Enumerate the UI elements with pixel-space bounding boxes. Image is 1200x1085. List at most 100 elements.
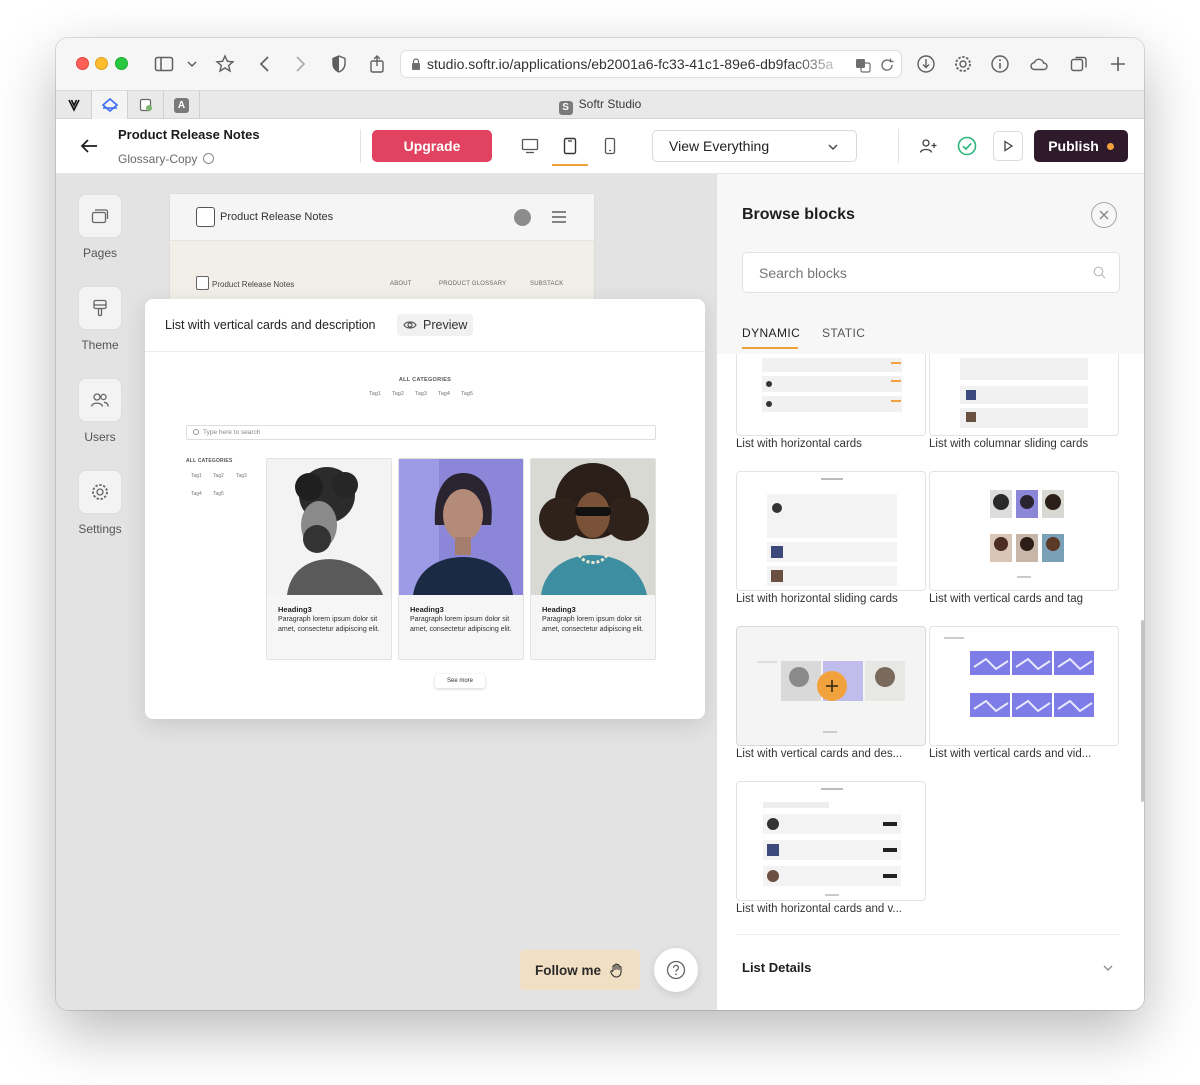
- check-circle-icon[interactable]: [954, 133, 980, 159]
- tablet-view-icon[interactable]: [556, 133, 584, 159]
- pages-icon: [78, 194, 122, 238]
- cloud-icon[interactable]: [1027, 52, 1051, 76]
- block-thumbnail[interactable]: [736, 781, 926, 901]
- gear-icon[interactable]: [951, 52, 975, 76]
- preview-play-button[interactable]: [993, 131, 1023, 161]
- translate-icon[interactable]: [855, 57, 871, 73]
- zoom-window-button[interactable]: [115, 57, 128, 70]
- editor-canvas: Pages Theme Users Settings Product Relea…: [56, 174, 716, 1010]
- tabs-overview-icon[interactable]: [1067, 52, 1091, 76]
- view-select-value: View Everything: [669, 138, 770, 154]
- sidebar-item-users[interactable]: Users: [78, 378, 122, 444]
- sidebar-item-settings[interactable]: Settings: [78, 470, 122, 536]
- tab-static[interactable]: STATIC: [822, 326, 865, 340]
- upgrade-button[interactable]: Upgrade: [372, 130, 492, 162]
- portrait-photo: [267, 459, 391, 595]
- chevron-down-icon[interactable]: [180, 52, 204, 76]
- vertical-cards-tag-thumbnail: [990, 490, 1064, 578]
- tab-title-text: Softr Studio: [578, 97, 642, 111]
- panel-scrollbar[interactable]: [1141, 620, 1144, 802]
- view-select[interactable]: View Everything: [652, 130, 857, 162]
- browser-window: studio.softr.io/applications/eb2001a6-fc…: [56, 38, 1144, 1010]
- block-thumbnail[interactable]: [929, 354, 1119, 436]
- follow-me-button[interactable]: Follow me: [520, 950, 640, 990]
- back-arrow-icon[interactable]: [78, 135, 100, 157]
- block-thumbnail[interactable]: [736, 354, 926, 436]
- app-header: Product Release Notes Glossary-Copy Upgr…: [56, 119, 1144, 174]
- sidebar-item-label: Settings: [78, 522, 122, 536]
- active-tab-title[interactable]: S Softr Studio: [56, 97, 1144, 115]
- divider: [737, 934, 1119, 935]
- all-categories-heading: ALL CATEGORIES: [398, 377, 452, 383]
- block-label: List with horizontal sliding cards: [736, 593, 898, 605]
- help-button[interactable]: [654, 948, 698, 992]
- browse-blocks-panel: Browse blocks DYNAMIC STATIC List with h…: [716, 174, 1144, 1010]
- block-search-placeholder: Type here to search: [203, 429, 261, 436]
- site-nav-item: ABOUT: [390, 281, 412, 287]
- avatar[interactable]: [514, 209, 531, 226]
- close-window-button[interactable]: [76, 57, 89, 70]
- tag: Tag4: [438, 391, 450, 397]
- list-item: Heading3 Paragraph lorem ipsum dolor sit…: [530, 458, 656, 660]
- theme-icon: [78, 286, 122, 330]
- card-body: Paragraph lorem ipsum dolor sit amet, co…: [542, 616, 644, 633]
- block-thumbnail-selected[interactable]: [736, 626, 926, 746]
- tag: Tag2: [392, 391, 404, 397]
- site-nav-item: PRODUCT GLOSSARY: [439, 281, 507, 287]
- url-fade: [791, 51, 851, 77]
- block-label: List with columnar sliding cards: [929, 438, 1089, 450]
- list-details-toggle[interactable]: List Details: [742, 960, 811, 975]
- minimize-window-button[interactable]: [95, 57, 108, 70]
- divider: [898, 129, 899, 163]
- settings-icon: [78, 470, 122, 514]
- download-icon[interactable]: [914, 52, 938, 76]
- shield-icon[interactable]: [327, 52, 351, 76]
- tag: Tag5: [461, 391, 473, 397]
- search-blocks-input[interactable]: [742, 252, 1120, 293]
- tag: Tag5: [213, 491, 224, 497]
- info-icon[interactable]: [988, 52, 1012, 76]
- desktop-view-icon[interactable]: [516, 133, 544, 159]
- publish-button[interactable]: Publish: [1034, 130, 1128, 162]
- site-name: Product Release Notes: [220, 211, 334, 223]
- preview-button[interactable]: Preview: [397, 314, 474, 336]
- block-thumbnail[interactable]: [736, 471, 926, 591]
- sidebar-item-theme[interactable]: Theme: [78, 286, 122, 352]
- panel-title: Browse blocks: [742, 206, 855, 223]
- columnar-sliding-cards-thumbnail: [960, 358, 1088, 428]
- site-logo-icon: [196, 207, 215, 227]
- chevron-down-icon[interactable]: [1103, 963, 1113, 973]
- star-icon[interactable]: [213, 52, 237, 76]
- eye-icon: [403, 321, 417, 329]
- mobile-view-icon[interactable]: [596, 133, 624, 159]
- project-subtitle[interactable]: Glossary-Copy: [118, 152, 215, 166]
- lock-icon: [412, 58, 420, 70]
- add-user-icon[interactable]: [915, 133, 941, 159]
- sidebar-item-label: Theme: [81, 338, 119, 352]
- add-block-button[interactable]: [817, 671, 847, 701]
- sidebar-item-pages[interactable]: Pages: [78, 194, 122, 260]
- address-bar[interactable]: studio.softr.io/applications/eb2001a6-fc…: [400, 50, 902, 78]
- back-icon[interactable]: [253, 52, 277, 76]
- block-label: List with horizontal cards and v...: [736, 903, 902, 915]
- site-preview[interactable]: Product Release Notes Product Release No…: [170, 194, 594, 302]
- sidebar-item-label: Pages: [82, 246, 118, 260]
- sidebar-item-label: Users: [84, 430, 116, 444]
- menu-icon[interactable]: [552, 211, 566, 223]
- block-thumbnail[interactable]: [929, 471, 1119, 591]
- block-thumbnail[interactable]: [929, 626, 1119, 746]
- page-settings-icon[interactable]: [203, 153, 215, 164]
- tab-dynamic[interactable]: DYNAMIC: [742, 326, 800, 340]
- reload-icon[interactable]: [879, 57, 895, 73]
- site-name-small: Product Release Notes: [212, 280, 295, 289]
- plus-icon: [826, 680, 838, 692]
- block-label: List with horizontal cards: [736, 438, 862, 450]
- close-panel-button[interactable]: [1091, 202, 1117, 228]
- browser-toolbar: studio.softr.io/applications/eb2001a6-fc…: [56, 38, 1144, 90]
- share-icon[interactable]: [365, 52, 389, 76]
- sidebar-toggle-icon[interactable]: [152, 52, 176, 76]
- new-tab-icon[interactable]: [1106, 52, 1130, 76]
- play-icon: [1004, 140, 1014, 152]
- horizontal-sliding-cards-thumbnail: [767, 478, 897, 586]
- forward-icon[interactable]: [288, 52, 312, 76]
